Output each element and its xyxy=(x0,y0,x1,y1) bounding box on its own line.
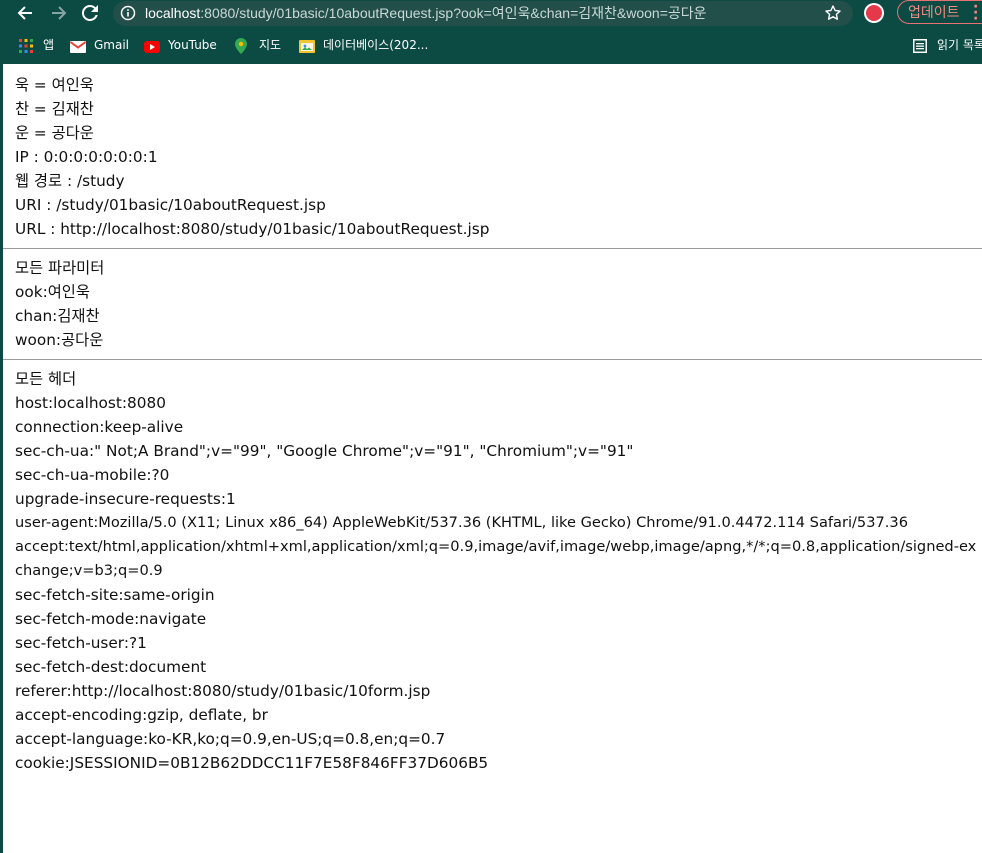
maps-pin-icon xyxy=(235,37,251,54)
back-arrow-icon[interactable] xyxy=(13,1,37,25)
request-info-section: 욱 = 여인욱 찬 = 김재찬 운 = 공다운 IP : 0:0:0:0:0:0… xyxy=(15,73,982,241)
update-button[interactable]: 업데이트 xyxy=(897,0,982,24)
header-item: sec-ch-ua:" Not;A Brand";v="99", "Google… xyxy=(15,442,634,460)
browser-toolbar: localhost:8080/study/01basic/10aboutRequ… xyxy=(0,0,982,26)
forward-arrow-icon[interactable] xyxy=(47,1,71,25)
headers-section: 모든 헤더 host:localhost:8080 connection:kee… xyxy=(15,367,982,775)
bookmark-apps[interactable]: 앱 xyxy=(19,34,54,56)
header-item: accept:text/html,application/xhtml+xml,a… xyxy=(15,538,977,579)
url-text[interactable]: localhost:8080/study/01basic/10aboutRequ… xyxy=(145,4,707,22)
youtube-icon xyxy=(144,38,160,53)
request-output: 욱 = 여인욱 찬 = 김재찬 운 = 공다운 IP : 0:0:0:0:0:0… xyxy=(3,73,982,775)
header-item: sec-fetch-user:?1 xyxy=(15,634,147,652)
request-info-line: 찬 = 김재찬 xyxy=(15,100,94,118)
header-item: sec-fetch-site:same-origin xyxy=(15,586,215,604)
url-line: URL : http://localhost:8080/study/01basi… xyxy=(15,220,490,238)
reload-icon[interactable] xyxy=(78,1,102,25)
bookmark-maps[interactable]: 지도 xyxy=(235,34,281,56)
parameter-item: ook:여인욱 xyxy=(15,283,90,301)
request-info-line: 운 = 공다운 xyxy=(15,124,94,142)
parameters-heading: 모든 파라미터 xyxy=(15,259,105,277)
reading-list[interactable]: 읽기 목록 xyxy=(913,34,982,56)
header-item: sec-fetch-dest:document xyxy=(15,658,207,676)
context-path-line: 웹 경로 : /study xyxy=(15,172,125,190)
bookmark-star-icon[interactable] xyxy=(823,3,843,23)
update-label: 업데이트 xyxy=(908,5,960,21)
gmail-icon xyxy=(69,38,87,53)
bookmark-label: YouTube xyxy=(168,38,217,52)
header-item: sec-ch-ua-mobile:?0 xyxy=(15,466,170,484)
bookmark-label: Gmail xyxy=(94,38,130,52)
header-item: accept-encoding:gzip, deflate, br xyxy=(15,706,268,724)
parameter-item: chan:김재찬 xyxy=(15,307,100,325)
apps-grid-icon xyxy=(19,38,35,53)
uri-line: URI : /study/01basic/10aboutRequest.jsp xyxy=(15,196,326,214)
url-host: localhost xyxy=(145,5,201,21)
bookmark-label: 데이터베이스(202... xyxy=(323,38,429,52)
bookmark-label: 앱 xyxy=(43,38,55,52)
folder-icon xyxy=(299,38,315,53)
bookmark-gmail[interactable]: Gmail xyxy=(69,34,130,56)
bookmark-database-folder[interactable]: 데이터베이스(202... xyxy=(299,34,428,56)
bookmark-label: 지도 xyxy=(259,38,282,52)
header-item: host:localhost:8080 xyxy=(15,394,166,412)
headers-heading: 모든 헤더 xyxy=(15,370,77,388)
client-ip-line: IP : 0:0:0:0:0:0:0:1 xyxy=(15,148,158,166)
header-item: upgrade-insecure-requests:1 xyxy=(15,490,236,508)
request-info-line: 욱 = 여인욱 xyxy=(15,76,94,94)
divider xyxy=(3,248,982,249)
bookmark-youtube[interactable]: YouTube xyxy=(144,34,217,56)
parameters-section: 모든 파라미터 ook:여인욱 chan:김재찬 woon:공다운 xyxy=(15,256,982,352)
reading-list-icon xyxy=(913,38,929,53)
bookmarks-bar: 앱 Gmail YouTube 지도 데이터베이스(202... 읽기 목록 xyxy=(0,34,982,56)
url-path: :8080/study/01basic/10aboutRequest.jsp?o… xyxy=(200,5,707,21)
header-item: connection:keep-alive xyxy=(15,418,184,436)
reading-list-label: 읽기 목록 xyxy=(937,38,982,52)
address-bar[interactable]: localhost:8080/study/01basic/10aboutRequ… xyxy=(113,1,853,26)
header-item: referer:http://localhost:8080/study/01ba… xyxy=(15,682,431,700)
header-item: user-agent:Mozilla/5.0 (X11; Linux x86_6… xyxy=(15,514,908,531)
header-item: accept-language:ko-KR,ko;q=0.9,en-US;q=0… xyxy=(15,730,446,748)
browser-chrome: localhost:8080/study/01basic/10aboutRequ… xyxy=(0,0,982,64)
profile-avatar-icon[interactable] xyxy=(866,5,882,21)
header-item: sec-fetch-mode:navigate xyxy=(15,610,207,628)
header-item: cookie:JSESSIONID=0B12B62DDCC11F7E58F846… xyxy=(15,754,489,772)
page-content-area: 욱 = 여인욱 찬 = 김재찬 운 = 공다운 IP : 0:0:0:0:0:0… xyxy=(0,64,982,853)
parameter-item: woon:공다운 xyxy=(15,331,104,349)
menu-kebab-icon[interactable]: · · · xyxy=(973,0,978,26)
site-info-icon[interactable] xyxy=(120,5,136,21)
divider xyxy=(3,359,982,360)
